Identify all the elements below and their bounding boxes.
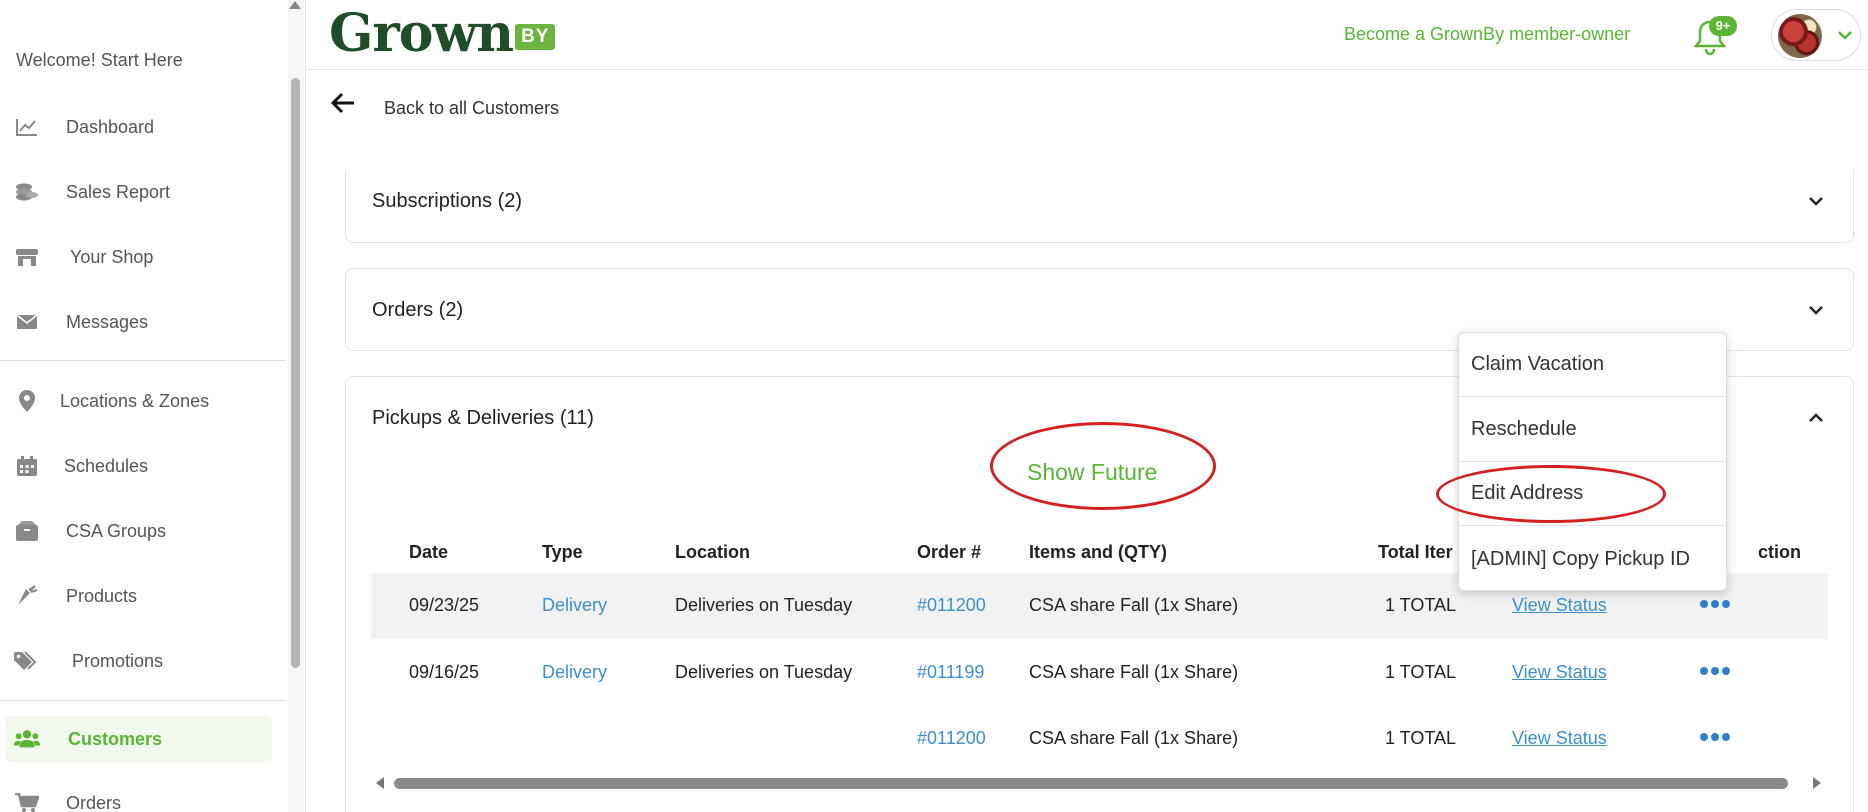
back-arrow-icon[interactable]: [330, 92, 356, 114]
menu-item-copy-pickup-id[interactable]: [ADMIN] Copy Pickup ID: [1459, 527, 1726, 591]
view-status-link[interactable]: View Status: [1512, 595, 1607, 616]
sidebar: Welcome! Start Here Dashboard Sales Repo…: [0, 0, 306, 812]
box-icon: [14, 520, 40, 542]
sidebar-item-customers[interactable]: Customers: [6, 716, 272, 762]
map-pin-icon: [14, 390, 40, 412]
cell-items: CSA share Fall (1x Share): [1029, 595, 1239, 615]
sidebar-item-label: Promotions: [72, 650, 164, 671]
back-to-customers-link[interactable]: Back to all Customers: [384, 98, 559, 119]
column-header-date: Date: [409, 542, 449, 562]
cell-items: CSA share Fall (1x Share): [1029, 662, 1239, 682]
sidebar-divider: [0, 700, 286, 701]
more-actions-icon[interactable]: [1700, 600, 1730, 608]
grownby-logo[interactable]: Grown BY: [329, 3, 556, 64]
column-header-location: Location: [675, 542, 750, 562]
user-menu-button[interactable]: [1771, 9, 1861, 61]
table-row: 09/16/25 Delivery Deliveries on Tuesday …: [371, 640, 1828, 706]
orders-title: Orders (2): [372, 299, 464, 321]
chart-line-icon: [14, 116, 40, 138]
sidebar-divider: [0, 360, 286, 361]
table-row: #011200 CSA share Fall (1x Share) 1 TOTA…: [371, 706, 1828, 772]
column-header-action: ction: [1758, 542, 1801, 562]
cell-order-link[interactable]: #011200: [917, 595, 986, 616]
envelope-icon: [14, 311, 40, 333]
view-status-link[interactable]: View Status: [1512, 662, 1607, 683]
sidebar-item-schedules[interactable]: Schedules: [0, 443, 286, 489]
cell-date: 09/16/25: [409, 662, 480, 682]
notification-count-badge: 9+: [1709, 16, 1737, 36]
scroll-up-arrow-icon[interactable]: [289, 1, 301, 9]
top-header: Grown BY Become a GrownBy member-owner 9…: [307, 0, 1868, 70]
users-icon: [14, 728, 40, 750]
pickups-deliveries-title[interactable]: Pickups & Deliveries (11): [372, 407, 594, 430]
sidebar-item-label: Your Shop: [70, 246, 154, 267]
logo-wordmark: Grown: [329, 3, 514, 64]
chevron-down-icon: [1838, 31, 1852, 40]
table-horizontal-scrollbar-thumb[interactable]: [394, 778, 1788, 789]
store-icon: [14, 246, 40, 268]
sidebar-item-label: Products: [66, 585, 138, 606]
cell-total: 1 TOTAL: [1385, 662, 1457, 682]
sidebar-item-sales-report[interactable]: Sales Report: [0, 169, 286, 215]
subscriptions-title: Subscriptions (2): [372, 190, 523, 212]
cell-date: 09/23/25: [409, 595, 480, 615]
annotation-circle-show-future: [990, 422, 1216, 510]
cell-order-link[interactable]: #011200: [917, 728, 986, 749]
sidebar-item-label: Customers: [68, 728, 163, 749]
cell-items: CSA share Fall (1x Share): [1029, 728, 1239, 748]
cell-location: Deliveries on Tuesday: [675, 662, 853, 682]
sidebar-item-orders[interactable]: Orders: [0, 780, 286, 812]
cart-icon: [14, 792, 40, 812]
sidebar-item-label: CSA Groups: [66, 520, 167, 541]
sidebar-item-label: Sales Report: [66, 181, 171, 202]
calendar-icon: [14, 455, 40, 477]
coins-icon: [14, 181, 40, 203]
tags-icon: [14, 650, 40, 672]
sidebar-item-label: Dashboard: [66, 116, 155, 137]
sidebar-item-promotions[interactable]: Promotions: [0, 638, 286, 684]
menu-item-claim-vacation[interactable]: Claim Vacation: [1459, 333, 1726, 397]
sidebar-item-dashboard[interactable]: Dashboard: [0, 104, 286, 150]
view-status-link[interactable]: View Status: [1512, 728, 1607, 749]
member-owner-link[interactable]: Become a GrownBy member-owner: [1344, 24, 1630, 45]
row-actions-menu: Claim Vacation Reschedule Edit Address […: [1458, 332, 1727, 591]
sidebar-item-csa-groups[interactable]: CSA Groups: [0, 508, 286, 554]
chevron-down-icon: [1809, 197, 1823, 206]
sidebar-item-label: Locations & Zones: [60, 390, 210, 411]
sidebar-item-your-shop[interactable]: Your Shop: [0, 234, 286, 280]
cell-location: Deliveries on Tuesday: [675, 595, 853, 615]
cell-total: 1 TOTAL: [1385, 595, 1457, 615]
chevron-down-icon: [1809, 306, 1823, 315]
column-header-order-number: Order #: [917, 542, 982, 562]
cell-total: 1 TOTAL: [1385, 728, 1457, 748]
sidebar-item-products[interactable]: Products: [0, 573, 286, 619]
menu-item-reschedule[interactable]: Reschedule: [1459, 398, 1726, 462]
sidebar-welcome-link[interactable]: Welcome! Start Here: [16, 50, 183, 71]
sidebar-item-label: Messages: [66, 311, 149, 332]
column-header-items-qty: Items and (QTY): [1029, 542, 1168, 562]
sidebar-item-label: Schedules: [64, 455, 149, 476]
more-actions-icon[interactable]: [1700, 733, 1730, 741]
cell-type-link[interactable]: Delivery: [542, 595, 607, 616]
column-header-total-items: Total Iter: [1378, 542, 1453, 562]
cell-order-link[interactable]: #011199: [917, 662, 984, 683]
sidebar-item-label: Orders: [66, 792, 122, 812]
cell-type-link[interactable]: Delivery: [542, 662, 607, 683]
sidebar-item-locations-zones[interactable]: Locations & Zones: [0, 378, 286, 424]
carrot-icon: [14, 585, 40, 607]
sidebar-item-messages[interactable]: Messages: [0, 299, 286, 345]
scroll-left-arrow-icon[interactable]: [376, 777, 384, 789]
more-actions-icon[interactable]: [1700, 667, 1730, 675]
sidebar-scrollbar-thumb[interactable]: [291, 78, 300, 668]
subscriptions-accordion[interactable]: Subscriptions (2): [345, 170, 1854, 243]
logo-by-badge: BY: [515, 24, 556, 50]
scroll-right-arrow-icon[interactable]: [1813, 777, 1821, 789]
avatar: [1778, 14, 1822, 58]
chevron-up-icon[interactable]: [1807, 409, 1825, 427]
annotation-circle-edit-address: [1436, 465, 1666, 523]
column-header-type: Type: [542, 542, 583, 562]
